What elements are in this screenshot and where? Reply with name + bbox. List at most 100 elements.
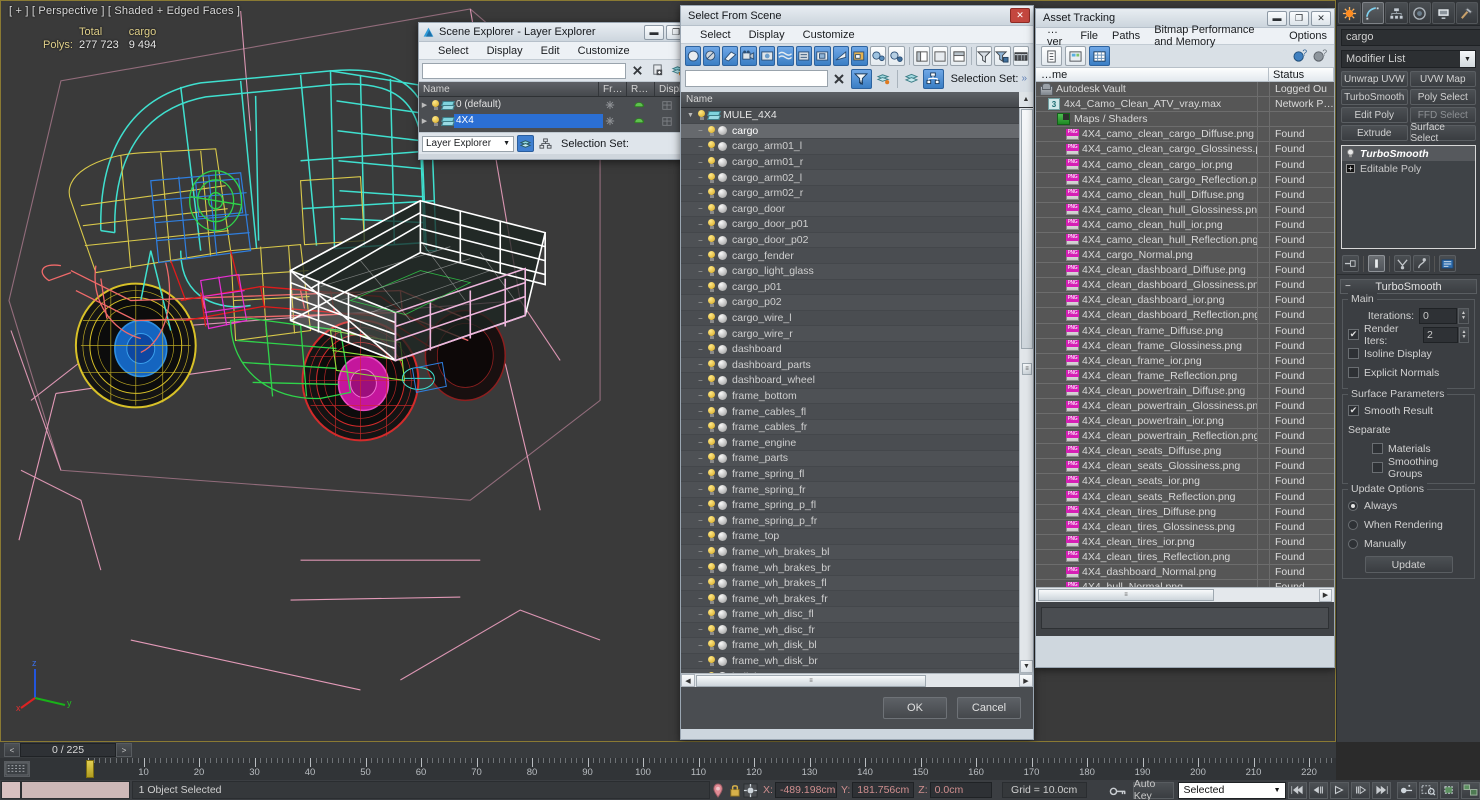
filter-icon[interactable]: [975, 46, 993, 66]
scrollbar-thumb[interactable]: [1021, 109, 1033, 349]
menu-customize[interactable]: Customize: [794, 28, 864, 42]
light-bulb-icon[interactable]: [706, 437, 717, 449]
search-filter-icon[interactable]: [850, 68, 872, 89]
asset-row[interactable]: 4X4_clean_seats_Reflection.png Found: [1036, 489, 1334, 505]
light-bulb-icon[interactable]: [706, 562, 717, 574]
asset-row[interactable]: 4X4_clean_powertrain_Diffuse.png Found: [1036, 383, 1334, 399]
asset-row[interactable]: 4X4_camo_clean_cargo_Diffuse.png Found: [1036, 127, 1334, 143]
freeze-cell[interactable]: [605, 100, 633, 110]
layer-mode-icon[interactable]: [903, 70, 920, 87]
asset-row[interactable]: 4X4_camo_clean_cargo_Reflection.png Found: [1036, 172, 1334, 188]
scene-explorer-titlebar[interactable]: Scene Explorer - Layer Explorer ▬ ❐: [419, 23, 689, 42]
light-bulb-icon[interactable]: [706, 390, 717, 402]
light-bulb-icon[interactable]: [706, 374, 717, 386]
selection-lock-icon[interactable]: [727, 781, 743, 799]
expand-arrow-icon[interactable]: ▶: [419, 101, 430, 109]
clear-search-icon[interactable]: [629, 62, 646, 79]
asset-row[interactable]: 4X4_clean_tires_Glossiness.png Found: [1036, 519, 1334, 535]
tree-row-root[interactable]: ▼ MULE_4X4: [681, 108, 1033, 124]
light-bulb-icon[interactable]: [706, 187, 717, 199]
collapse-all-icon[interactable]: [931, 46, 949, 66]
light-bulb-icon[interactable]: [706, 452, 717, 464]
menu-options[interactable]: Options: [1282, 29, 1334, 43]
command-panel-tabs[interactable]: [1337, 0, 1480, 26]
light-bulb-icon[interactable]: [706, 593, 717, 605]
close-icon[interactable]: ✕: [1010, 8, 1030, 23]
display-lights-icon[interactable]: [721, 46, 739, 66]
modifier-stack[interactable]: TurboSmooth + Editable Poly: [1341, 145, 1476, 249]
tree-row[interactable]: – cargo_p01: [681, 280, 1033, 296]
scroll-up-arrow[interactable]: ▲: [1019, 92, 1033, 107]
display-geometry-icon[interactable]: [685, 46, 702, 66]
isolate-selection-icon[interactable]: [710, 781, 726, 799]
asset-row[interactable]: 4X4_clean_dashboard_Glossiness.png Found: [1036, 278, 1334, 294]
smooth-result-checkbox[interactable]: ✔: [1348, 405, 1359, 416]
menu-bitmap-performance[interactable]: Bitmap Performance and Memory: [1147, 23, 1282, 49]
toggle-panel-icon[interactable]: [950, 46, 967, 66]
asset-row[interactable]: 4X4_clean_frame_Diffuse.png Found: [1036, 323, 1334, 339]
tree-row[interactable]: – cargo_arm01_l: [681, 139, 1033, 155]
tree-row[interactable]: – cargo_arm02_r: [681, 186, 1033, 202]
explorer-mode-combo[interactable]: Layer Explorer ▼: [422, 135, 514, 152]
previous-frame-button[interactable]: [1308, 781, 1328, 799]
auto-key-button[interactable]: Auto Key: [1132, 778, 1175, 800]
smoothing-groups-row[interactable]: Smoothing Groups: [1348, 456, 1469, 480]
asset-row[interactable]: 4X4_clean_frame_Glossiness.png Found: [1036, 338, 1334, 354]
clear-search-icon[interactable]: [831, 70, 848, 87]
hscrollbar-thumb[interactable]: ≡: [1038, 589, 1214, 601]
tree-row[interactable]: – frame_bottom: [681, 388, 1033, 405]
close-button[interactable]: ✕: [1311, 10, 1331, 26]
expand-arrow-icon[interactable]: ▶: [419, 117, 430, 125]
light-bulb-icon[interactable]: [706, 406, 717, 418]
display-tab[interactable]: [1432, 2, 1455, 24]
materials-row[interactable]: Materials: [1348, 440, 1469, 457]
light-bulb-icon[interactable]: [706, 484, 717, 496]
light-bulb-icon[interactable]: [706, 328, 717, 340]
modifier-list-dropdown[interactable]: Modifier List ▼: [1341, 50, 1476, 68]
asset-row[interactable]: 4X4_clean_frame_ior.png Found: [1036, 353, 1334, 369]
hierarchy-mode-icon[interactable]: [922, 68, 944, 89]
stack-item-turbosmooth[interactable]: TurboSmooth: [1342, 146, 1475, 161]
smooth-result-row[interactable]: ✔ Smooth Result: [1348, 402, 1469, 419]
tree-row[interactable]: – dashboard_wheel: [681, 373, 1033, 389]
layer-view-toggle[interactable]: [517, 135, 534, 152]
command-panel[interactable]: Modifier List ▼ Unwrap UVW UVW Map Turbo…: [1336, 0, 1480, 742]
filter-settings-icon[interactable]: [994, 46, 1011, 66]
asset-row[interactable]: Autodesk Vault Logged Ou: [1036, 82, 1334, 98]
search-layers-icon[interactable]: [875, 70, 892, 87]
sfs-search-toolbar[interactable]: Selection Set: »: [681, 68, 1033, 92]
tree-row[interactable]: – frame_wh_disk_bl: [681, 638, 1033, 654]
light-bulb-icon[interactable]: [706, 250, 717, 262]
light-bulb-icon[interactable]: [706, 140, 717, 152]
key-mode-toggle-icon[interactable]: [1397, 781, 1417, 799]
object-name-row[interactable]: [1337, 26, 1480, 48]
asset-row[interactable]: Maps / Shaders: [1036, 112, 1334, 128]
display-containers-icon[interactable]: [851, 46, 868, 66]
poly-select-button[interactable]: Poly Select: [1409, 89, 1476, 105]
thumbnail-view-icon[interactable]: [1065, 46, 1086, 66]
light-bulb-icon[interactable]: [706, 172, 717, 184]
light-bulb-icon[interactable]: [706, 468, 717, 480]
maximize-viewport-icon[interactable]: [1460, 781, 1480, 799]
asset-row[interactable]: 4X4_dashboard_Normal.png Found: [1036, 565, 1334, 581]
scroll-right-arrow[interactable]: ▶: [1019, 674, 1033, 687]
asset-row[interactable]: 3 4x4_Camo_Clean_ATV_vray.max Network P…: [1036, 97, 1334, 113]
next-frame-arrow[interactable]: >: [116, 743, 132, 757]
asset-tracking-menubar[interactable]: …ver File Paths Bitmap Performance and M…: [1036, 24, 1334, 48]
explicit-normals-row[interactable]: Explicit Normals: [1348, 364, 1469, 381]
display-xrefs-icon[interactable]: [814, 46, 831, 66]
tree-row[interactable]: – frame_cables_fr: [681, 419, 1033, 436]
sfs-titlebar[interactable]: Select From Scene ✕: [681, 6, 1033, 26]
maximize-button[interactable]: ❐: [1289, 10, 1309, 26]
light-bulb-icon[interactable]: [696, 109, 707, 121]
col-name[interactable]: Name: [419, 82, 599, 96]
tree-row[interactable]: – frame_wh_brakes_bl: [681, 544, 1033, 561]
asset-row[interactable]: 4X4_clean_powertrain_Glossiness.png Found: [1036, 398, 1334, 415]
scene-explorer-layer-list[interactable]: ▶ 0 (default) ▶ 4X4: [419, 97, 689, 132]
light-bulb-icon[interactable]: [706, 265, 717, 277]
max-script-minilistener-color[interactable]: [1, 781, 22, 799]
update-always-row[interactable]: Always: [1348, 497, 1469, 514]
select-influences-icon[interactable]: [888, 46, 905, 66]
update-manually-row[interactable]: Manually: [1348, 535, 1469, 552]
tree-row[interactable]: – frame_top: [681, 529, 1033, 545]
